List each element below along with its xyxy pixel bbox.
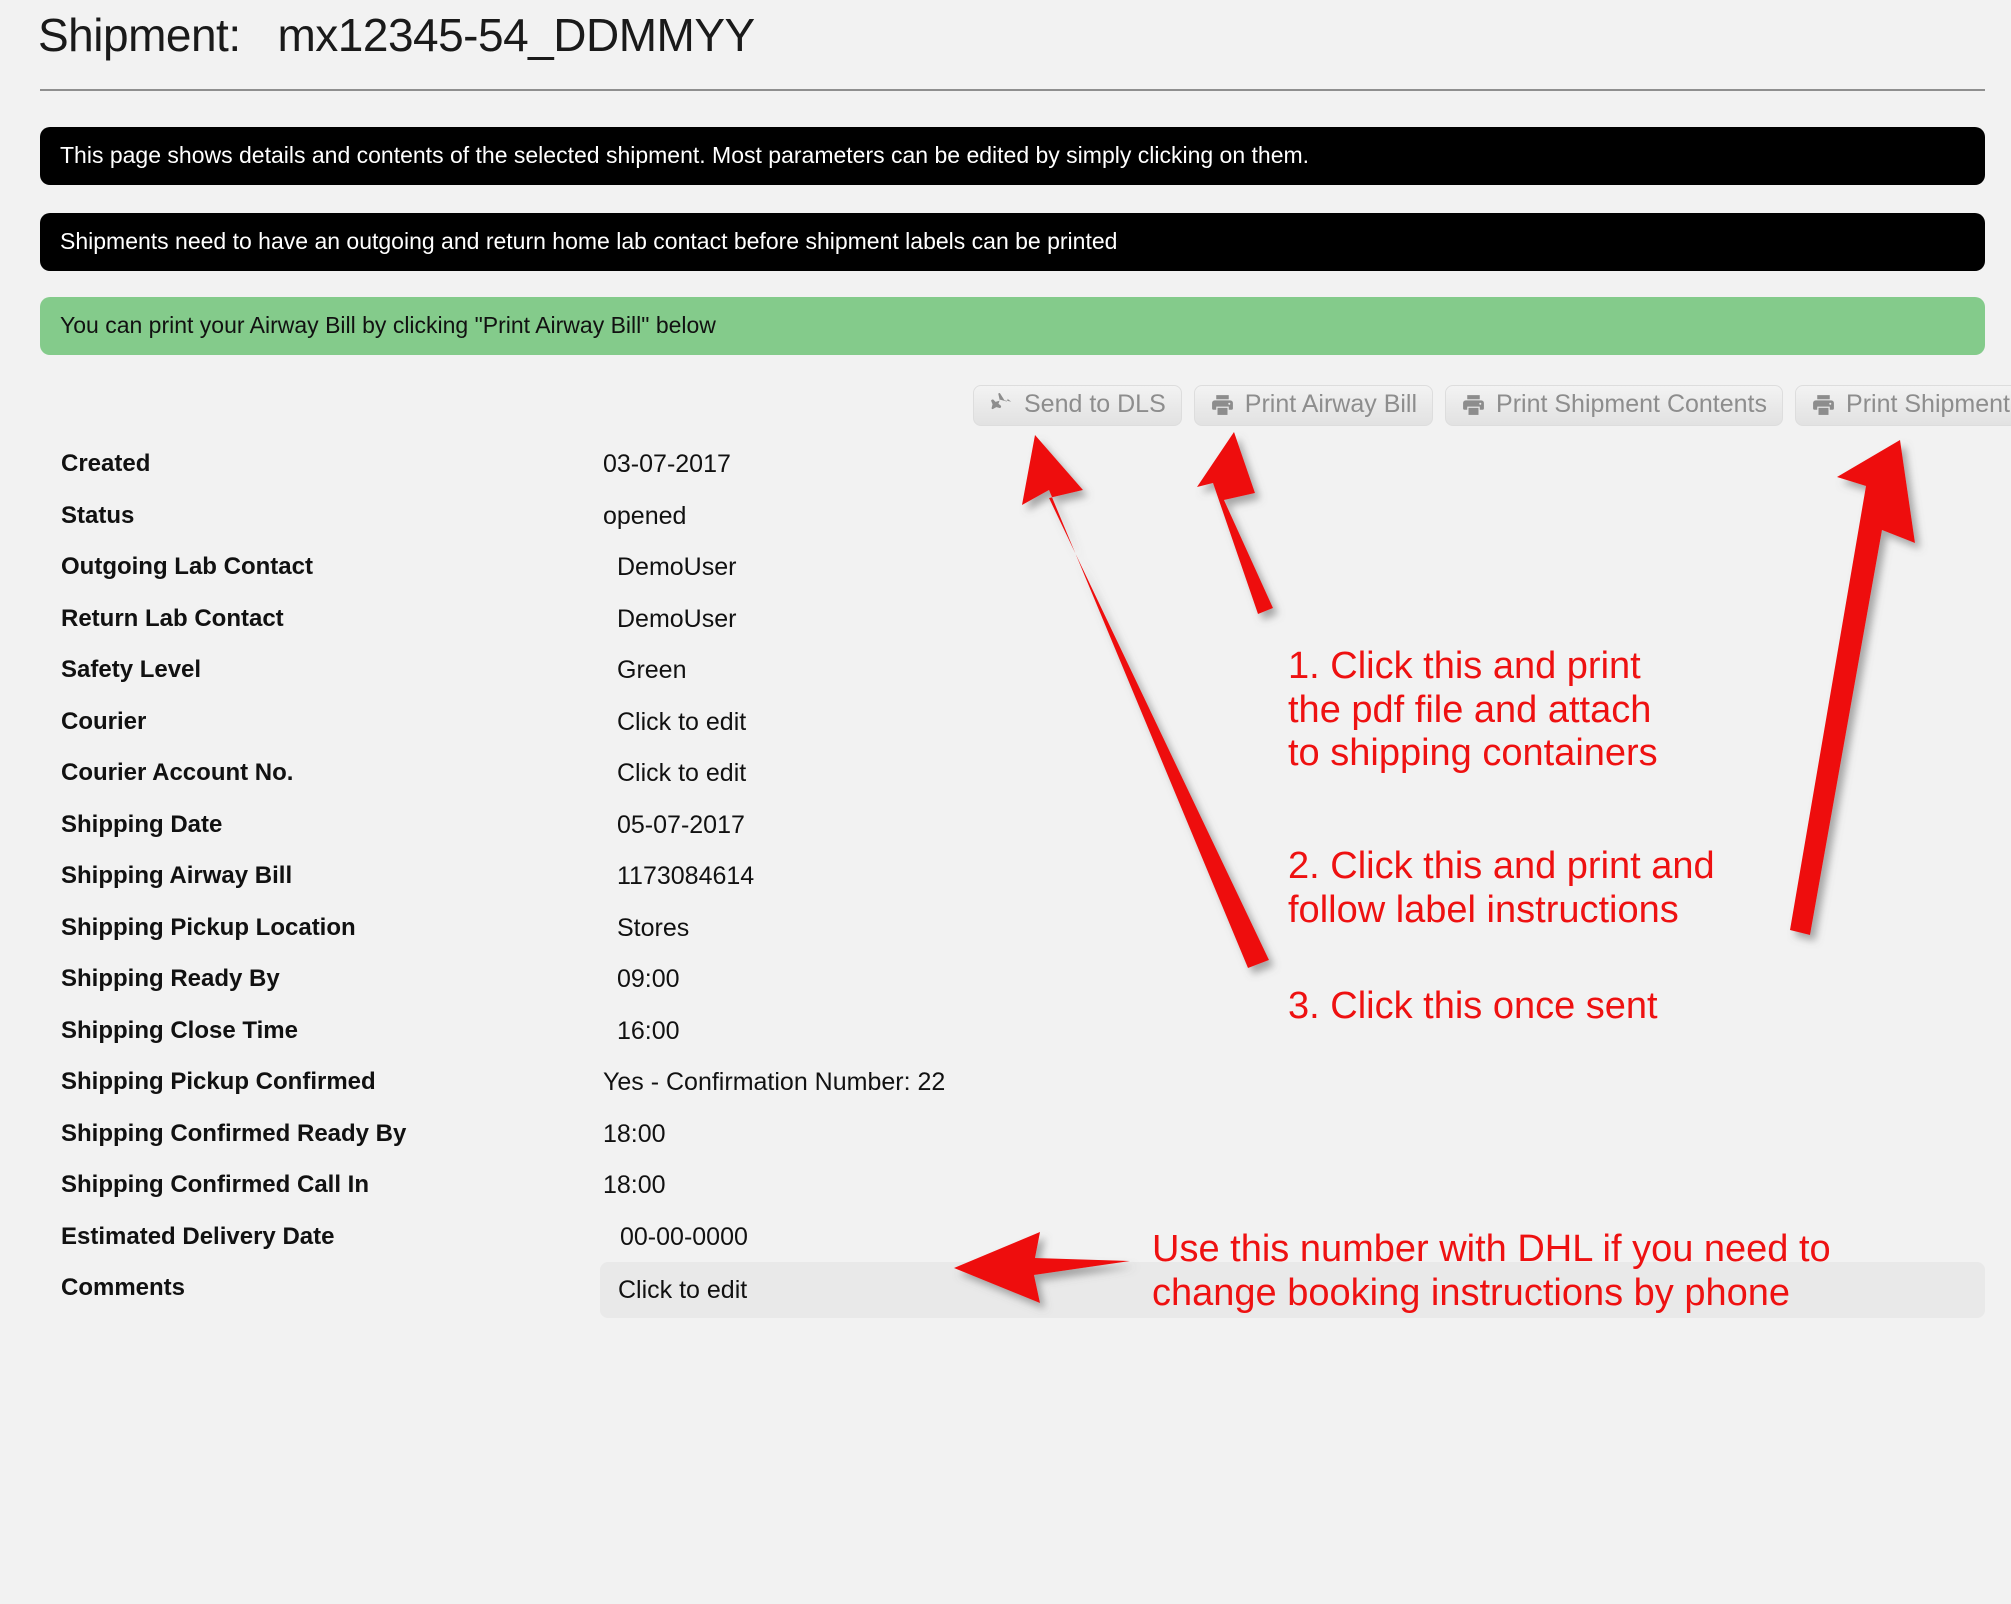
detail-value[interactable]: 05-07-2017 bbox=[617, 811, 745, 840]
detail-value[interactable]: 00-00-0000 bbox=[620, 1223, 748, 1252]
detail-row-shipping-close-time: Shipping Close Time 16:00 bbox=[0, 1017, 2011, 1069]
detail-value[interactable]: Click to edit bbox=[617, 759, 746, 788]
detail-value[interactable]: 18:00 bbox=[603, 1171, 666, 1200]
print-shipment-contents-button[interactable]: Print Shipment Contents bbox=[1445, 385, 1784, 426]
alert-banner-airway-bill: You can print your Airway Bill by clicki… bbox=[40, 297, 1985, 355]
detail-row-comments: Comments Click to edit bbox=[0, 1262, 2011, 1326]
comments-input[interactable]: Click to edit bbox=[600, 1262, 1985, 1318]
detail-value[interactable]: DemoUser bbox=[617, 553, 736, 582]
print-shipment-labels-button[interactable]: Print Shipment Labels bbox=[1795, 385, 2011, 426]
detail-label: Status bbox=[61, 501, 135, 529]
printer-icon bbox=[1810, 392, 1837, 417]
detail-value[interactable]: 03-07-2017 bbox=[603, 450, 731, 479]
detail-label: Shipping Date bbox=[61, 810, 223, 838]
send-to-dls-button[interactable]: Send to DLS bbox=[973, 385, 1182, 426]
alert-banner-contact-required: Shipments need to have an outgoing and r… bbox=[40, 213, 1985, 271]
detail-row-created: Created 03-07-2017 bbox=[0, 450, 2011, 502]
detail-label: Comments bbox=[61, 1274, 186, 1301]
detail-label: Estimated Delivery Date bbox=[61, 1222, 335, 1250]
detail-row-safety-level: Safety Level Green bbox=[0, 656, 2011, 708]
print-airway-bill-button[interactable]: Print Airway Bill bbox=[1193, 385, 1434, 426]
detail-row-courier: Courier Click to edit bbox=[0, 708, 2011, 760]
button-label: Print Airway Bill bbox=[1244, 390, 1418, 418]
detail-value[interactable]: 18:00 bbox=[603, 1120, 666, 1149]
shipment-details-list: Created 03-07-2017 Status opened Outgoin… bbox=[0, 450, 2011, 1326]
alert-text: Shipments need to have an outgoing and r… bbox=[60, 228, 1118, 255]
alert-text: This page shows details and contents of … bbox=[60, 142, 1310, 169]
detail-label: Courier bbox=[61, 707, 147, 735]
detail-label: Shipping Pickup Confirmed bbox=[61, 1068, 376, 1095]
detail-label: Outgoing Lab Contact bbox=[61, 553, 313, 580]
detail-label: Shipping Pickup Location bbox=[61, 913, 356, 941]
button-label: Print Shipment Labels bbox=[1846, 390, 2011, 418]
alert-text: You can print your Airway Bill by clicki… bbox=[60, 312, 716, 339]
detail-value[interactable]: Click to edit bbox=[617, 708, 746, 737]
detail-label: Shipping Confirmed Call In bbox=[61, 1171, 369, 1198]
detail-value[interactable]: DemoUser bbox=[617, 605, 736, 634]
detail-label: Created bbox=[61, 450, 151, 477]
detail-value[interactable]: Green bbox=[617, 656, 686, 685]
button-label: Send to DLS bbox=[1024, 390, 1166, 418]
detail-value[interactable]: Yes - Confirmation Number: 22 bbox=[603, 1068, 945, 1097]
comments-placeholder: Click to edit bbox=[618, 1275, 748, 1304]
detail-row-outgoing-lab-contact: Outgoing Lab Contact DemoUser bbox=[0, 553, 2011, 605]
detail-row-shipping-pickup-location: Shipping Pickup Location Stores bbox=[0, 914, 2011, 966]
title-divider bbox=[40, 89, 1985, 91]
detail-row-shipping-airway-bill: Shipping Airway Bill 1173084614 bbox=[0, 862, 2011, 914]
detail-label: Shipping Ready By bbox=[61, 965, 280, 992]
detail-value[interactable]: 09:00 bbox=[617, 965, 680, 994]
detail-value[interactable]: 1173084614 bbox=[617, 862, 754, 891]
action-toolbar: Send to DLS Print Airway Bill Print Ship… bbox=[973, 385, 2011, 426]
page-title: Shipment: mx12345-54_DDMMYY bbox=[38, 9, 755, 61]
printer-icon bbox=[1209, 392, 1236, 417]
detail-row-status: Status opened bbox=[0, 502, 2011, 554]
detail-row-shipping-confirmed-ready-by: Shipping Confirmed Ready By 18:00 bbox=[0, 1120, 2011, 1172]
detail-label: Shipping Close Time bbox=[61, 1016, 298, 1044]
button-label: Print Shipment Contents bbox=[1496, 390, 1768, 418]
detail-value[interactable]: 16:00 bbox=[617, 1017, 680, 1046]
detail-value[interactable]: Stores bbox=[617, 914, 689, 943]
detail-label: Courier Account No. bbox=[61, 759, 294, 786]
detail-label: Return Lab Contact bbox=[61, 604, 284, 632]
detail-row-return-lab-contact: Return Lab Contact DemoUser bbox=[0, 605, 2011, 657]
detail-value[interactable]: opened bbox=[603, 502, 686, 531]
alert-banner-info: This page shows details and contents of … bbox=[40, 127, 1985, 185]
detail-row-shipping-ready-by: Shipping Ready By 09:00 bbox=[0, 965, 2011, 1017]
detail-label: Shipping Airway Bill bbox=[61, 862, 293, 889]
detail-label: Safety Level bbox=[61, 656, 202, 683]
detail-row-shipping-pickup-confirmed: Shipping Pickup Confirmed Yes - Confirma… bbox=[0, 1068, 2011, 1120]
shipment-detail-page: Shipment: mx12345-54_DDMMYY This page sh… bbox=[0, 0, 2011, 1604]
plane-icon bbox=[988, 392, 1015, 417]
detail-label: Shipping Confirmed Ready By bbox=[61, 1119, 407, 1147]
detail-row-shipping-date: Shipping Date 05-07-2017 bbox=[0, 811, 2011, 863]
detail-row-courier-account-no: Courier Account No. Click to edit bbox=[0, 759, 2011, 811]
printer-icon bbox=[1460, 392, 1487, 417]
detail-row-shipping-confirmed-call-in: Shipping Confirmed Call In 18:00 bbox=[0, 1171, 2011, 1223]
